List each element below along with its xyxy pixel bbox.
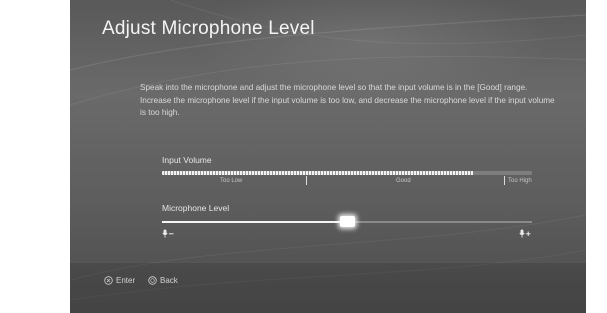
input-volume-label: Input Volume [162, 155, 212, 165]
circle-button-icon [148, 276, 157, 285]
instructions-line-1: Speak into the microphone and adjust the… [140, 83, 528, 92]
page-title: Adjust Microphone Level [102, 18, 315, 39]
enter-button[interactable]: Enter [104, 276, 135, 285]
microphone-minus-icon [162, 229, 174, 238]
input-volume-meter [162, 171, 532, 175]
enter-button-label: Enter [116, 276, 136, 285]
back-button-label: Back [160, 276, 178, 285]
microphone-level-label: Microphone Level [162, 203, 230, 213]
instructions-text: Speak into the microphone and adjust the… [140, 82, 560, 120]
range-too-high-label: Too High [508, 178, 532, 184]
microphone-level-slider-handle[interactable] [339, 216, 355, 227]
input-volume-meter-fill [162, 171, 473, 175]
range-too-low-label: Too Low [220, 178, 243, 184]
cross-button-icon [104, 276, 113, 285]
good-range-end-marker [504, 176, 505, 185]
range-good-label: Good [396, 178, 411, 184]
back-button[interactable]: Back [148, 276, 178, 285]
microphone-level-slider-fill [162, 221, 347, 223]
microphone-plus-icon [519, 229, 531, 238]
adjust-microphone-screen: Adjust Microphone Level Speak into the m… [70, 0, 586, 313]
instructions-line-2: Increase the microphone level if the inp… [140, 95, 555, 118]
good-range-start-marker [306, 176, 307, 185]
footer-bar [70, 262, 586, 313]
